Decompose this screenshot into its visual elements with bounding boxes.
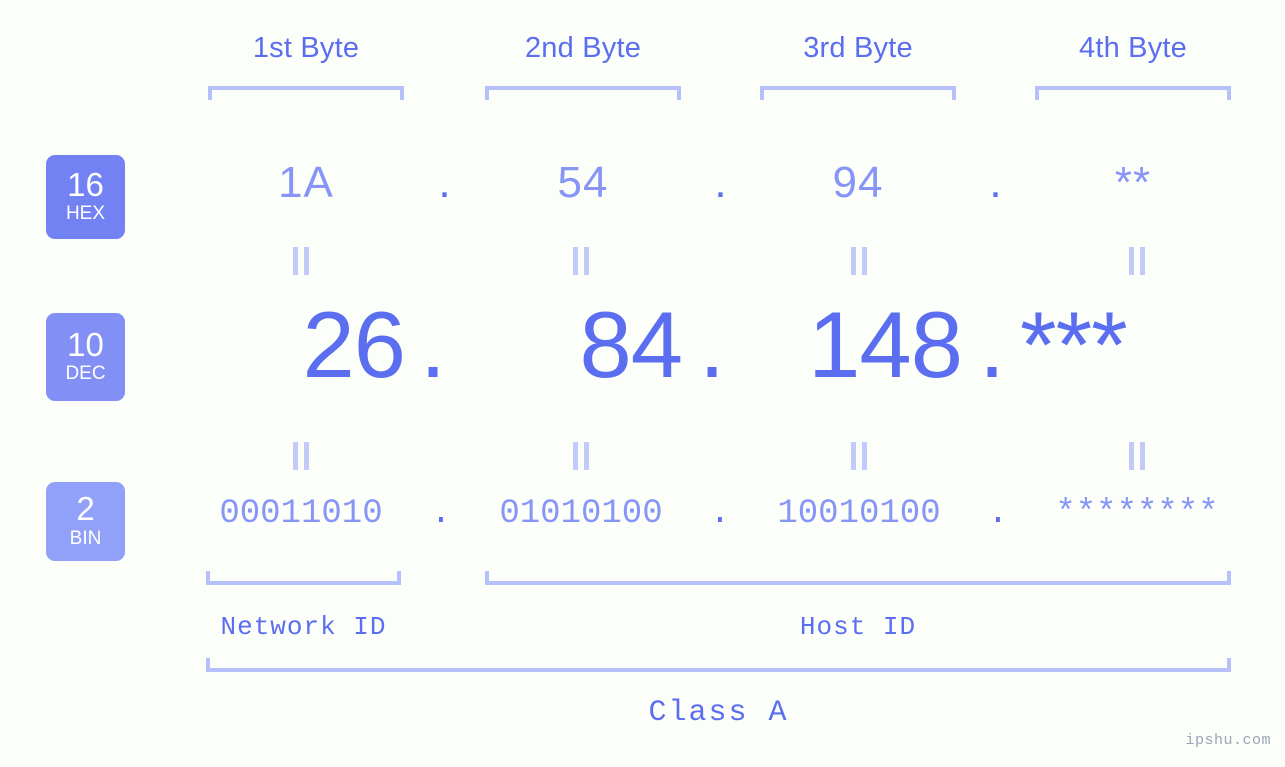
base-badge-bin-number: 2 (76, 490, 95, 528)
equals-mark-dec-bin-3 (848, 442, 870, 470)
dec-separator-2: . (698, 292, 726, 397)
byte-bracket-top-3 (760, 86, 956, 100)
bin-octet-2: 01010100 (499, 495, 663, 533)
hex-separator-3: . (989, 158, 1002, 207)
byte-header-label-4: 4th Byte (1079, 32, 1187, 64)
hex-octet-4: ** (1114, 158, 1152, 207)
base-badge-hex-number: 16 (67, 165, 104, 203)
hex-octet-3: 94 (832, 158, 884, 207)
dec-octet-4: *** (1020, 292, 1128, 397)
dec-separator-3: . (978, 292, 1006, 397)
ip-address-breakdown-diagram: 1st Byte 2nd Byte 3rd Byte 4th Byte 16 H… (0, 0, 1285, 767)
byte-bracket-top-4 (1035, 86, 1231, 100)
bin-separator-1: . (430, 495, 452, 533)
base-badge-dec-name: DEC (65, 363, 106, 385)
base-badge-dec-number: 10 (67, 325, 104, 363)
bin-separator-3: . (987, 495, 1009, 533)
byte-header-label-1: 1st Byte (252, 32, 360, 64)
hex-octet-1: 1A (278, 158, 334, 207)
class-label: Class A (648, 696, 789, 730)
equals-mark-hex-dec-3 (848, 247, 870, 275)
hex-octet-2: 54 (557, 158, 609, 207)
equals-mark-dec-bin-4 (1126, 442, 1148, 470)
bin-octet-3: 10010100 (777, 495, 941, 533)
equals-mark-hex-dec-1 (290, 247, 312, 275)
byte-header-label-2: 2nd Byte (524, 32, 642, 64)
equals-mark-hex-dec-2 (570, 247, 592, 275)
network-id-label: Network ID (220, 612, 387, 642)
base-badge-hex-name: HEX (65, 203, 106, 225)
byte-bracket-top-2 (485, 86, 681, 100)
bin-octet-1: 00011010 (219, 495, 383, 533)
equals-mark-hex-dec-4 (1126, 247, 1148, 275)
bin-separator-2: . (709, 495, 731, 533)
base-badge-dec: 10 DEC (46, 313, 125, 401)
hex-separator-2: . (714, 158, 727, 207)
base-badge-bin: 2 BIN (46, 482, 125, 561)
byte-bracket-top-1 (208, 86, 404, 100)
equals-mark-dec-bin-1 (290, 442, 312, 470)
bin-octet-4: ******** (1055, 495, 1219, 533)
byte-header-label-3: 3rd Byte (803, 32, 913, 64)
host-id-bracket (485, 571, 1231, 585)
dec-separator-1: . (419, 292, 447, 397)
base-badge-bin-name: BIN (69, 527, 102, 549)
class-bracket (206, 658, 1231, 672)
host-id-label: Host ID (799, 612, 917, 642)
dec-octet-2: 84 (579, 292, 683, 397)
equals-mark-dec-bin-2 (570, 442, 592, 470)
hex-separator-1: . (438, 158, 451, 207)
base-badge-hex: 16 HEX (46, 155, 125, 239)
site-watermark: ipshu.com (1185, 732, 1271, 749)
network-id-bracket (206, 571, 401, 585)
dec-octet-3: 148 (808, 292, 963, 397)
dec-octet-1: 26 (302, 292, 406, 397)
